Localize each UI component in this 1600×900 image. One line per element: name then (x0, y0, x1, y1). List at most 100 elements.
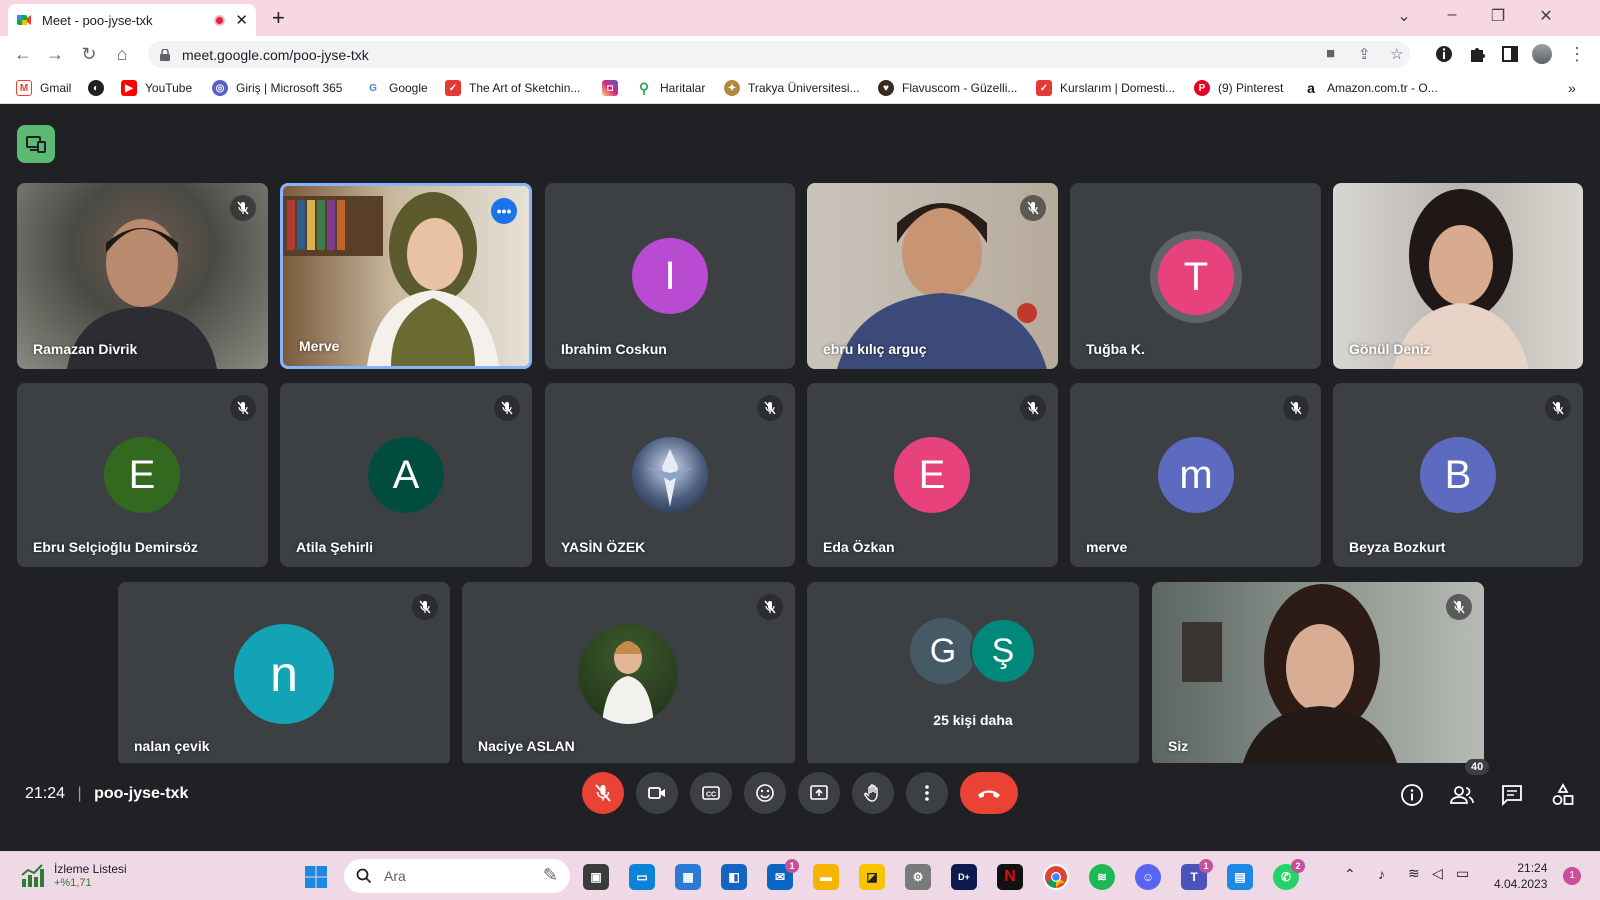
bookmark-amazon[interactable]: a Amazon.com.tr - O... (1303, 80, 1438, 96)
tab-close-icon[interactable]: ✕ (235, 11, 248, 29)
participant-profile-photo (632, 437, 708, 513)
sticky-notes-icon[interactable]: ◪ (859, 864, 885, 890)
bookmark-youtube[interactable]: ▶ YouTube (121, 80, 192, 96)
bookmark-microsoft365[interactable]: ◎ Giriş | Microsoft 365 (212, 80, 342, 96)
start-button[interactable] (303, 864, 329, 890)
participant-tile-atila[interactable]: A Atila Şehirli (280, 383, 532, 567)
show-hidden-icons-icon[interactable]: ⌃ (1344, 866, 1356, 883)
close-window-icon[interactable]: ✕ (1534, 6, 1558, 26)
bookmark-google[interactable]: G Google (365, 80, 428, 96)
remote-desktop-icon[interactable]: ▭ (629, 864, 655, 890)
participant-avatar: T (1158, 239, 1234, 315)
notification-center-badge[interactable]: 1 (1563, 867, 1581, 885)
battery-icon[interactable]: ▭ (1456, 865, 1469, 882)
bookmark-domestika[interactable]: ✓ Kurslarım | Domesti... (1036, 80, 1175, 96)
store-icon[interactable]: ◧ (721, 864, 747, 890)
back-arrow-icon[interactable]: ← (11, 43, 35, 65)
companion-mode-button[interactable] (17, 125, 55, 163)
instagram-icon: ◘ (602, 80, 618, 96)
dashboard-app-icon[interactable]: ▦ (675, 864, 701, 890)
extensions-puzzle-icon[interactable] (1467, 44, 1487, 64)
reactions-button[interactable] (744, 772, 786, 814)
bookmark-flavuscom[interactable]: ♥ Flavuscom - Güzelli... (878, 80, 1017, 96)
browser-tab-meet[interactable]: Meet - poo-jyse-txk ✕ (8, 4, 256, 36)
wifi-icon[interactable]: ≋ (1408, 865, 1420, 882)
bookmark-gmail[interactable]: M Gmail (16, 80, 71, 96)
share-icon[interactable]: ⇪ (1358, 45, 1371, 63)
minimize-window-icon[interactable]: – (1440, 6, 1464, 24)
forward-arrow-icon[interactable]: → (43, 43, 67, 65)
chat-button[interactable] (1497, 780, 1527, 810)
browser-toolbar: ← → ↻ ⌂ meet.google.com/poo-jyse-txk ■ ⇪… (0, 36, 1600, 72)
present-screen-button[interactable] (798, 772, 840, 814)
tab-search-chevron-icon[interactable]: ⌄ (1392, 6, 1416, 26)
participant-tile-tugba[interactable]: T Tuğba K. (1070, 183, 1321, 369)
participant-name: Ibrahim Coskun (561, 341, 667, 357)
address-bar[interactable]: meet.google.com/poo-jyse-txk ■ ⇪ ☆ (148, 41, 1410, 68)
camera-toggle-button[interactable] (636, 772, 678, 814)
people-button[interactable] (1447, 780, 1477, 810)
chrome-icon[interactable] (1043, 864, 1069, 890)
more-options-icon[interactable]: ••• (491, 198, 517, 224)
captions-button[interactable]: CC (690, 772, 732, 814)
more-options-button[interactable] (906, 772, 948, 814)
participant-tile-yasin[interactable]: YASİN ÖZEK (545, 383, 795, 567)
restore-window-icon[interactable]: ❐ (1486, 6, 1510, 26)
muted-mic-icon (757, 594, 783, 620)
raise-hand-button[interactable] (852, 772, 894, 814)
participant-tile-ebru-selcioglu[interactable]: E Ebru Selçioğlu Demirsöz (17, 383, 268, 567)
participant-tile-ebru-kilic[interactable]: ebru kılıç arguç (807, 183, 1058, 369)
side-panel-icon[interactable] (1500, 44, 1520, 64)
self-view-tile[interactable]: Siz (1152, 582, 1484, 766)
teams-icon[interactable]: T1 (1181, 859, 1213, 890)
netflix-icon[interactable]: N (997, 864, 1023, 890)
extension-info-icon[interactable] (1434, 44, 1454, 64)
camera-in-use-icon[interactable]: ■ (1326, 45, 1335, 62)
participant-avatar: m (1158, 437, 1234, 513)
browser-menu-icon[interactable]: ⋮ (1565, 43, 1589, 65)
participant-tile-gonul[interactable]: Gönül Deniz (1333, 183, 1583, 369)
participant-tile-naciye[interactable]: Naciye ASLAN (462, 582, 795, 766)
disney-plus-icon[interactable]: D+ (951, 864, 977, 890)
discord-icon[interactable]: ☺ (1135, 864, 1161, 890)
file-explorer-icon[interactable]: ▬ (813, 864, 839, 890)
stocks-widget[interactable]: İzleme Listesi +%1,71 (20, 862, 127, 890)
participant-tile-eda[interactable]: E Eda Özkan (807, 383, 1058, 567)
bookmark-art-of-sketching[interactable]: ✓ The Art of Sketchin... (445, 80, 580, 96)
spotify-icon[interactable]: ≋ (1089, 864, 1115, 890)
activities-button[interactable] (1548, 780, 1578, 810)
leave-call-button[interactable] (960, 772, 1018, 814)
participant-name: ebru kılıç arguç (823, 341, 927, 357)
more-bookmarks-icon[interactable]: » (1568, 80, 1576, 96)
new-tab-icon[interactable]: + (272, 6, 285, 30)
profile-avatar[interactable] (1532, 44, 1552, 64)
participant-tile-merve[interactable]: ••• Merve (280, 183, 532, 369)
participant-avatar: n (234, 624, 334, 724)
participant-tile-ibrahim[interactable]: I Ibrahim Coskun (545, 183, 795, 369)
others-tile[interactable]: G Ş 25 kişi daha (807, 582, 1139, 766)
participant-tile-ramazan[interactable]: Ramazan Divrik (17, 183, 268, 369)
settings-gear-icon[interactable]: ⚙ (905, 864, 931, 890)
bookmark-globe[interactable]: ◐ (88, 80, 112, 96)
participant-tile-nalan[interactable]: n nalan çevik (118, 582, 450, 766)
meeting-details-button[interactable] (1397, 780, 1427, 810)
bookmark-pinterest[interactable]: P (9) Pinterest (1194, 80, 1283, 96)
bookmark-instagram[interactable]: ◘ (602, 80, 626, 96)
calendar-icon[interactable]: ▤ (1227, 864, 1253, 890)
participant-tile-beyza[interactable]: B Beyza Bozkurt (1333, 383, 1583, 567)
task-view-icon[interactable]: ▣ (583, 864, 609, 890)
microphone-status-icon[interactable]: ♪ (1378, 866, 1385, 882)
microphone-toggle-button[interactable] (582, 772, 624, 814)
participant-tile-merve-lower[interactable]: m merve (1070, 383, 1321, 567)
bookmark-trakya[interactable]: ✦ Trakya Üniversitesi... (724, 80, 860, 96)
mail-icon[interactable]: ✉ 1 (767, 859, 799, 890)
system-clock[interactable]: 21:24 4.04.2023 (1494, 860, 1547, 892)
reload-icon[interactable]: ↻ (77, 43, 101, 65)
meet-stage: Ramazan Divrik ••• Merve I Ibrahim Cosku… (0, 105, 1600, 851)
whatsapp-icon[interactable]: ✆ 2 (1273, 859, 1305, 890)
volume-icon[interactable]: ◁ (1432, 865, 1443, 882)
home-icon[interactable]: ⌂ (110, 43, 134, 65)
taskbar-search[interactable]: Ara ✎ (344, 859, 570, 893)
bookmark-star-icon[interactable]: ☆ (1390, 45, 1403, 63)
bookmark-haritalar[interactable]: ⚲ Haritalar (636, 80, 705, 96)
